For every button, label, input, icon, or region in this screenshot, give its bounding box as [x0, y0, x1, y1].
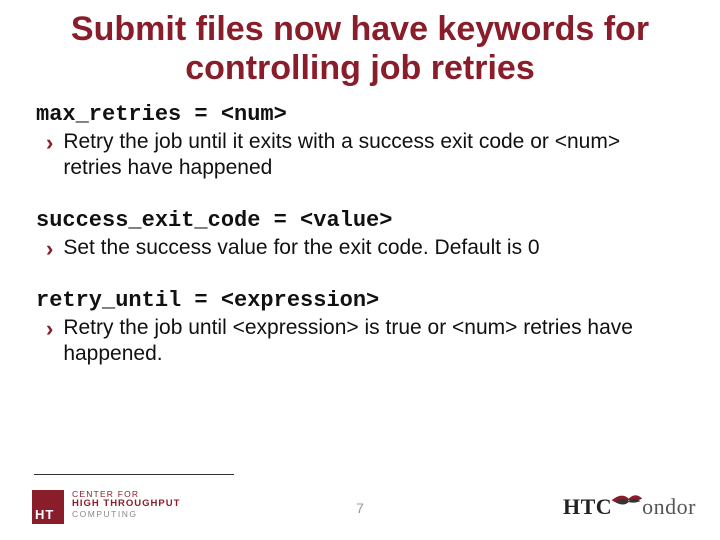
chevron-right-icon: ›: [46, 315, 53, 343]
code-retry-until: retry_until = <expression>: [36, 288, 684, 313]
bullet-success-exit: › Set the success value for the exit cod…: [46, 235, 684, 263]
chevron-right-icon: ›: [46, 129, 53, 157]
footer: HT CENTER FOR HIGH THROUGHPUT COMPUTING …: [0, 480, 720, 530]
logo-htcondor: HTC ondor: [563, 490, 696, 524]
bullet-max-retries: › Retry the job until it exits with a su…: [46, 129, 684, 182]
chevron-right-icon: ›: [46, 235, 53, 263]
ht-badge-icon: HT: [32, 490, 64, 524]
page-number: 7: [356, 500, 364, 516]
desc-retry-until: Retry the job until <expression> is true…: [63, 315, 684, 368]
bullet-retry-until: › Retry the job until <expression> is tr…: [46, 315, 684, 368]
page-title: Submit files now have keywords for contr…: [0, 0, 720, 102]
desc-success-exit: Set the success value for the exit code.…: [63, 235, 539, 261]
logo-htc-center: HT CENTER FOR HIGH THROUGHPUT COMPUTING: [32, 490, 180, 524]
desc-max-retries: Retry the job until it exits with a succ…: [63, 129, 684, 182]
code-max-retries: max_retries = <num>: [36, 102, 684, 127]
slide: Submit files now have keywords for contr…: [0, 0, 720, 540]
logo-htc-bold: HTC: [563, 494, 612, 520]
logo-line3: COMPUTING: [72, 510, 180, 519]
logo-htc-light: ondor: [642, 494, 696, 520]
ht-badge-text: CENTER FOR HIGH THROUGHPUT COMPUTING: [72, 490, 180, 519]
code-success-exit: success_exit_code = <value>: [36, 208, 684, 233]
bird-icon: [610, 490, 644, 514]
footer-divider: [34, 474, 234, 475]
